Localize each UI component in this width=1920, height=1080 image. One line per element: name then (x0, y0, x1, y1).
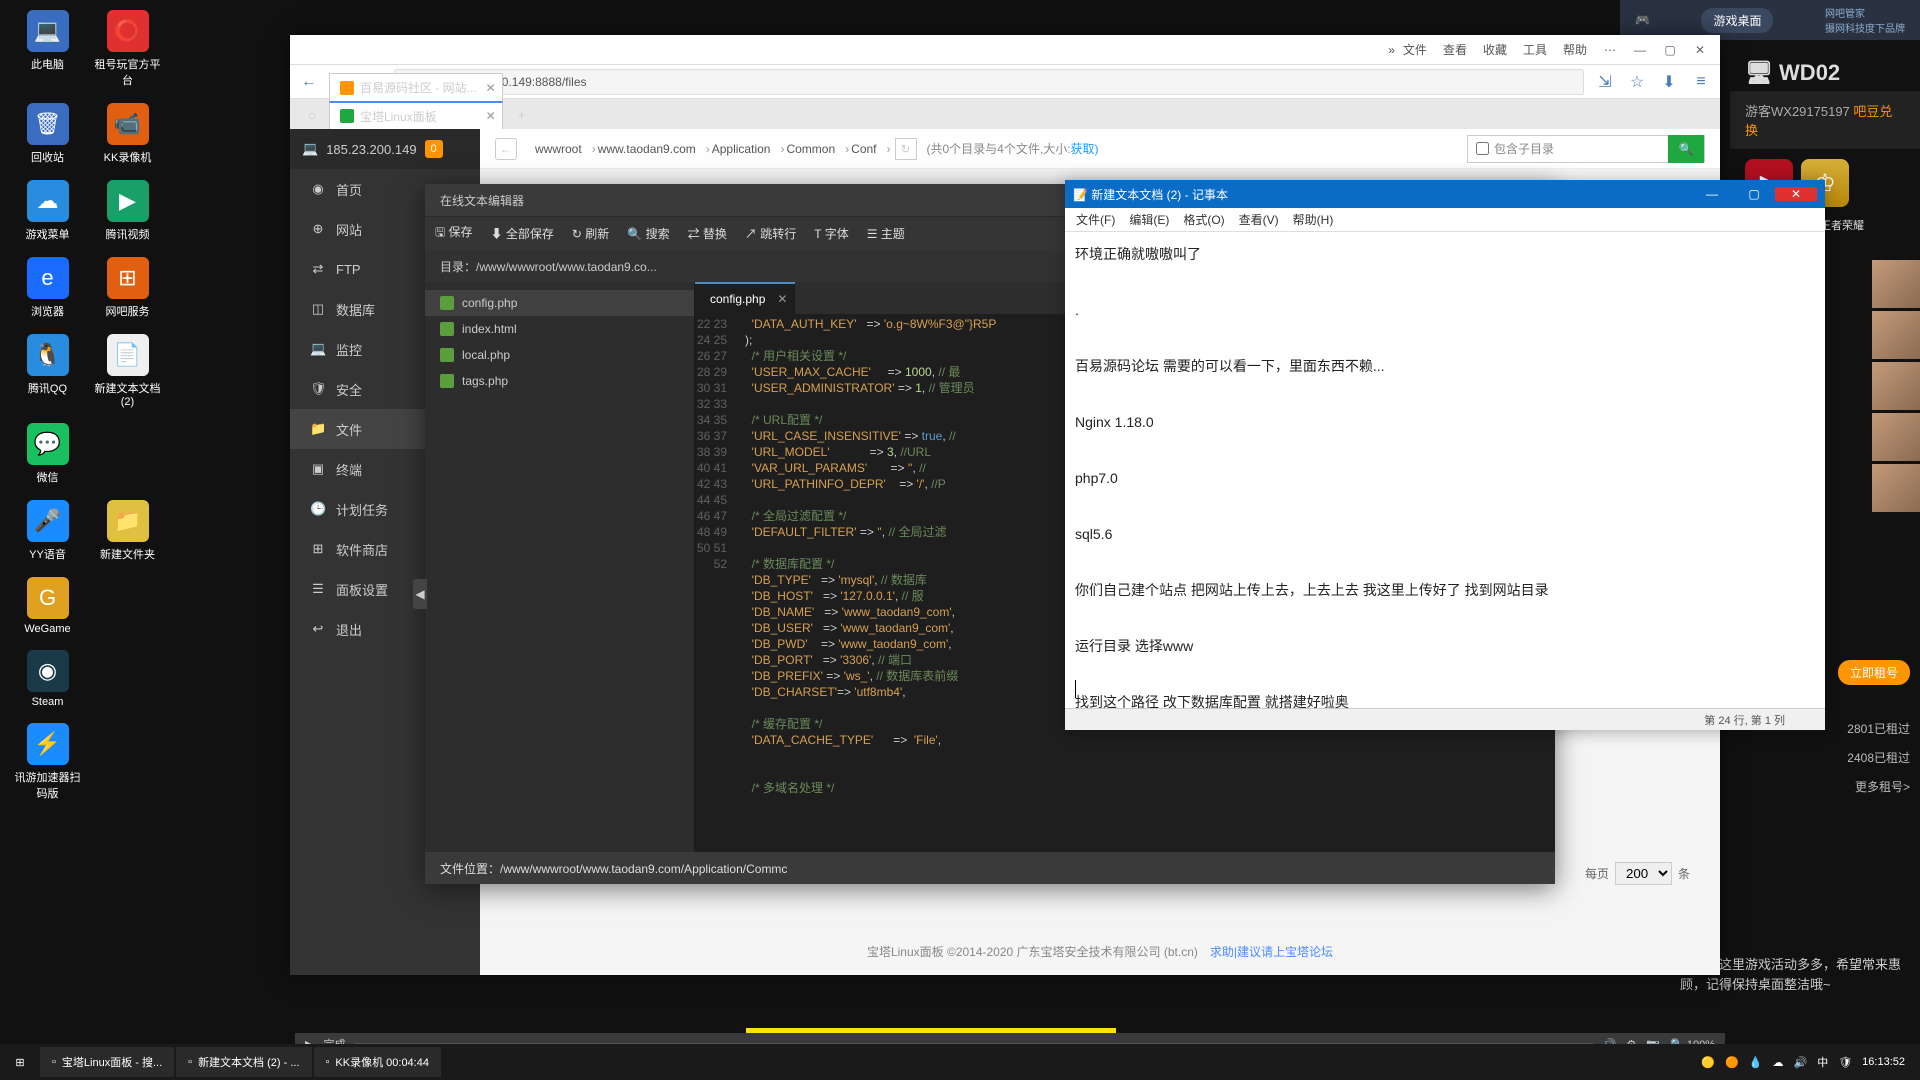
url-input[interactable]: ⓘ http://185.23.200.149:8888/files (394, 69, 1584, 95)
desktop-icon[interactable]: 📁新建文件夹 (90, 500, 165, 562)
file-tree-item[interactable]: tags.php (425, 368, 694, 394)
desktop-icon[interactable]: e浏览器 (10, 257, 85, 319)
desktop-icon[interactable]: 💻此电脑 (10, 10, 85, 88)
editor-status: 文件位置：/www/wwwroot/www.taodan9.com/Applic… (440, 860, 787, 877)
ext-icon[interactable]: ⇲ (1594, 71, 1616, 93)
tab-close-icon[interactable]: ✕ (486, 81, 496, 95)
search-button[interactable]: 🔍 (1668, 135, 1704, 163)
dir-info: (共0个目录与4个文件,大小: (927, 142, 1071, 156)
code-tab[interactable]: config.php✕ (695, 282, 795, 314)
editor-tool-btn[interactable]: 🖫 保存 (435, 223, 473, 244)
desktop-icon[interactable]: ◉Steam (10, 650, 85, 708)
machine-id: 🖥 WD02 (1730, 50, 1920, 91)
bc-refresh-icon[interactable]: ↻ (895, 138, 917, 160)
start-button[interactable]: ⊞ (0, 1044, 40, 1080)
editor-tool-btn[interactable]: ☰ 主题 (867, 225, 905, 242)
np-min-icon[interactable]: — (1691, 187, 1733, 201)
bc-back-icon[interactable]: ← (495, 138, 517, 160)
breadcrumb-item[interactable]: www.taodan9.com (590, 142, 704, 156)
desktop-icon[interactable]: 💬微信 (10, 423, 85, 485)
close-tab-icon[interactable]: ✕ (777, 292, 787, 306)
game-desktop-btn[interactable]: 游戏桌面 (1701, 8, 1773, 33)
king-label: 王者荣耀 (1820, 217, 1864, 233)
desktop-icon[interactable]: 📹KK录像机 (90, 103, 165, 165)
browser-menu-item[interactable]: 文件 (1395, 43, 1435, 57)
dir-getsize[interactable]: 获取) (1071, 142, 1099, 156)
footer-link[interactable]: 求助|建议请上宝塔论坛 (1210, 945, 1333, 959)
file-tree-item[interactable]: config.php (425, 290, 694, 316)
download-icon[interactable]: ⬇ (1658, 71, 1680, 93)
breadcrumb-item[interactable]: wwwroot (527, 142, 590, 156)
menu-icon[interactable]: ≡ (1690, 71, 1712, 93)
browser-tab[interactable]: 宝塔Linux面板✕ (329, 101, 503, 129)
desktop-icon[interactable]: ⚡讯游加速器扫码版 (10, 723, 85, 801)
desktop-icon[interactable]: GWeGame (10, 577, 85, 635)
guest-id: 游客WX29175197 (1745, 104, 1850, 119)
menu-more[interactable]: » (1388, 43, 1395, 57)
browser-menu-item[interactable]: 收藏 (1475, 43, 1515, 57)
editor-title: 在线文本编辑器 (440, 192, 524, 209)
min-icon[interactable]: — (1625, 43, 1655, 57)
np-menu-item[interactable]: 格式(O) (1177, 211, 1230, 228)
notepad-status: 第 24 行, 第 1 列 (1704, 712, 1785, 728)
server-ip: 💻185.23.200.149 0 (290, 129, 480, 169)
np-max-icon[interactable]: ▢ (1733, 187, 1775, 201)
file-tree-item[interactable]: index.html (425, 316, 694, 342)
desktop-icon[interactable]: ⊞网吧服务 (90, 257, 165, 319)
notepad-body[interactable]: 环境正确就嗷嗷叫了 . 百易源码论坛 需要的可以看一下，里面东西不赖... Ng… (1065, 232, 1825, 708)
breadcrumb-item[interactable]: Application (704, 142, 779, 156)
editor-dir: 目录：/www/wwwroot/www.taodan9.co... (440, 258, 657, 275)
desktop-icon[interactable]: 🎤YY语音 (10, 500, 85, 562)
desktop-icon[interactable]: 📄新建文本文档 (2) (90, 334, 165, 408)
taskbar-item[interactable]: ▫宝塔Linux面板 - 搜... (40, 1047, 174, 1077)
np-close-icon[interactable]: ✕ (1775, 187, 1817, 201)
editor-tool-btn[interactable]: ↗ 跳转行 (745, 225, 796, 242)
new-tab-icon[interactable]: + (505, 101, 539, 129)
taskbar-item[interactable]: ▫新建文本文档 (2) - ... (176, 1047, 311, 1077)
netbar-label: 网吧管家 (1825, 5, 1905, 20)
back-icon[interactable]: ← (298, 71, 320, 93)
desktop-icon[interactable]: ▶腾讯视频 (90, 180, 165, 242)
editor-tool-btn[interactable]: 🔍 搜索 (627, 225, 669, 242)
search-input[interactable]: 包含子目录 (1468, 140, 1668, 157)
desktop-icon[interactable]: ⭕租号玩官方平台 (90, 10, 165, 88)
browser-tab[interactable]: 百易源码社区 - 网站...✕ (329, 73, 503, 101)
alert-badge: 0 (425, 140, 443, 158)
clock: 16:13:52 (1862, 1056, 1905, 1068)
footer-text: 宝塔Linux面板 ©2014-2020 广东宝塔安全技术有限公司 (bt.cn… (867, 945, 1198, 959)
pager-label: 每页 (1585, 865, 1609, 882)
browser-menu-item[interactable]: 查看 (1435, 43, 1475, 57)
max-icon[interactable]: ▢ (1655, 43, 1685, 57)
notepad-title: 新建文本文档 (2) - 记事本 (1091, 188, 1228, 202)
np-menu-item[interactable]: 文件(F) (1070, 211, 1121, 228)
rent-now-btn[interactable]: 立即租号 (1838, 660, 1910, 685)
pager-unit: 条 (1678, 865, 1690, 882)
np-menu-item[interactable]: 查看(V) (1233, 211, 1285, 228)
np-menu-item[interactable]: 编辑(E) (1123, 211, 1175, 228)
breadcrumb-item[interactable]: Conf (843, 142, 884, 156)
editor-tool-btn[interactable]: ⇄ 替换 (688, 225, 727, 242)
notepad-window: 📝 新建文本文档 (2) - 记事本 — ▢ ✕ 文件(F)编辑(E)格式(O)… (1065, 180, 1825, 730)
page-size-select[interactable]: 200 (1615, 862, 1672, 885)
np-menu-item[interactable]: 帮助(H) (1287, 211, 1340, 228)
editor-tool-btn[interactable]: ↻ 刷新 (572, 225, 609, 242)
opts-icon[interactable]: ⋯ (1595, 43, 1625, 57)
browser-menu-item[interactable]: 工具 (1515, 43, 1555, 57)
file-tree-item[interactable]: local.php (425, 342, 694, 368)
netbar-sub: 摄网科技度下品牌 (1825, 20, 1905, 35)
close-icon[interactable]: ✕ (1685, 43, 1715, 57)
editor-tool-btn[interactable]: T 字体 (814, 225, 848, 242)
collapse-handle[interactable]: ◀ (413, 579, 427, 609)
desktop-icon[interactable]: 🐧腾讯QQ (10, 334, 85, 408)
include-subdir-check[interactable] (1476, 142, 1489, 155)
desktop-icon[interactable]: ☁游戏菜单 (10, 180, 85, 242)
editor-tool-btn[interactable]: ⬇ 全部保存 (491, 225, 554, 242)
star-icon[interactable]: ☆ (1626, 71, 1648, 93)
tab-close-icon[interactable]: ✕ (486, 109, 496, 123)
breadcrumb-item[interactable]: Common (778, 142, 843, 156)
home-tab-icon[interactable]: ⌂ (295, 101, 329, 129)
desktop-icon[interactable]: 🗑回收站 (10, 103, 85, 165)
taskbar-item[interactable]: ▫KK录像机 00:04:44 (314, 1047, 441, 1077)
browser-menu-item[interactable]: 帮助 (1555, 43, 1595, 57)
